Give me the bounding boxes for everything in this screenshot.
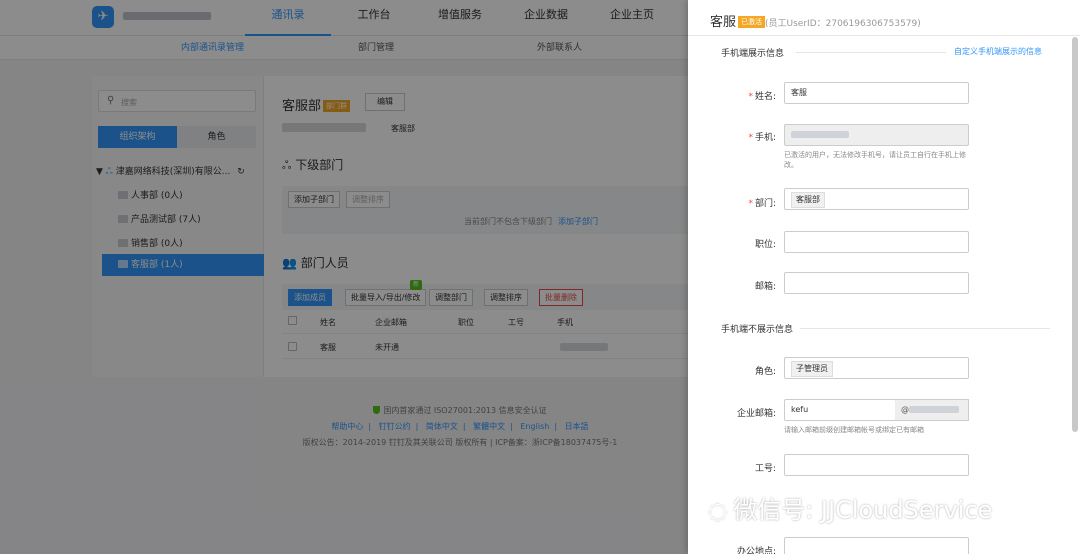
label-text: 姓名: — [754, 92, 776, 102]
office-label: 办公地点: — [736, 547, 776, 554]
email-input[interactable] — [784, 272, 969, 294]
label-text: 手机: — [754, 133, 776, 143]
member-title: 客服 — [710, 15, 737, 30]
office-input[interactable] — [784, 537, 969, 554]
role-label: 角色: — [754, 367, 776, 377]
wechat-watermark: ◌ 微信号: JJCloudService — [708, 490, 992, 525]
dept-select[interactable]: 客服部 — [784, 188, 969, 210]
job-no-input[interactable] — [784, 454, 969, 476]
divider — [688, 35, 1080, 36]
watermark-text: 微信号: JJCloudService — [733, 496, 993, 524]
divider — [800, 328, 1050, 329]
activated-tag: 已激活 — [738, 16, 766, 28]
divider — [796, 52, 946, 53]
job-no-label: 工号: — [754, 464, 776, 474]
section-hidden-label: 手机端不展示信息 — [721, 325, 794, 335]
dept-label: * 部门: — [688, 196, 776, 209]
customize-display-link[interactable]: 自定义手机端展示的信息 — [954, 46, 1042, 57]
required-mark: * — [748, 199, 753, 209]
role-select[interactable]: 子管理员 — [784, 357, 969, 379]
dept-chip[interactable]: 客服部 — [791, 192, 825, 208]
corp-mail-domain: @ — [895, 399, 969, 421]
phone-input-disabled — [784, 124, 969, 146]
phone-redacted — [791, 131, 849, 138]
at-sign: @ — [901, 405, 909, 414]
domain-redacted — [909, 406, 959, 413]
position-input[interactable] — [784, 231, 969, 253]
email-label: 邮箱: — [754, 282, 776, 292]
required-mark: * — [748, 133, 753, 143]
name-input[interactable]: 客服 — [784, 82, 969, 104]
role-chip[interactable]: 子管理员 — [791, 361, 833, 377]
name-label: * 姓名: — [688, 89, 776, 102]
phone-hint: 已激活的用户，无法修改手机号，请让员工自行在手机上修改。 — [784, 151, 966, 169]
corp-mail-hint: 请输入邮箱前缀创建邮箱帐号或绑定已有邮箱 — [784, 426, 924, 434]
section-shown-label: 手机端展示信息 — [721, 49, 785, 59]
drawer-title: 客服 已激活 (员工UserID：2706196306753579) — [710, 11, 921, 30]
required-mark: * — [748, 92, 753, 102]
phone-label: * 手机: — [688, 130, 776, 143]
member-detail-drawer: 客服 已激活 (员工UserID：2706196306753579) 手机端展示信息… — [688, 0, 1080, 554]
drawer-scrollbar[interactable] — [1072, 37, 1078, 432]
corp-mail-label: 企业邮箱: — [736, 409, 776, 419]
position-label: 职位: — [754, 240, 776, 250]
label-text: 部门: — [754, 199, 776, 209]
wechat-icon: ◌ — [708, 499, 728, 524]
user-id: (员工UserID：2706196306753579) — [765, 19, 921, 29]
corp-mail-input[interactable]: kefu — [784, 399, 896, 421]
